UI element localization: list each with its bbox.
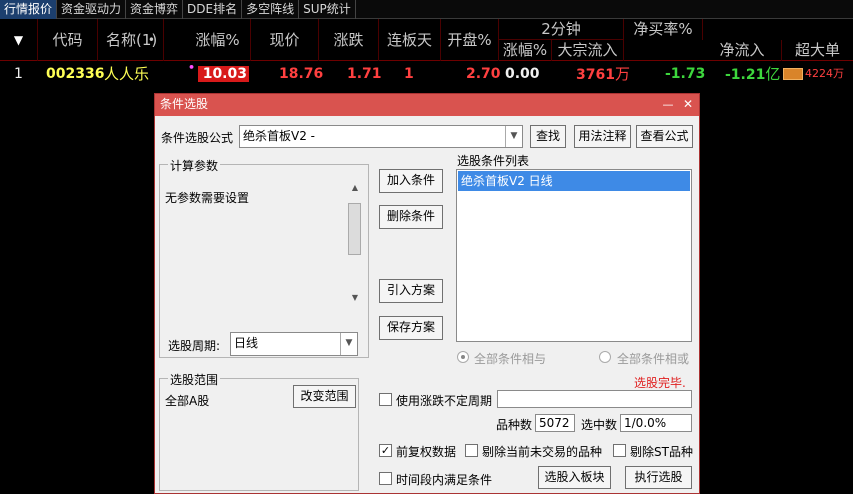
- params-group-title: 计算参数: [168, 157, 221, 174]
- tab-fund-drive[interactable]: 资金驱动力: [57, 0, 127, 19]
- row-block-inflow-value: 3761: [576, 67, 615, 83]
- usage-notes-button[interactable]: 用法注释: [574, 125, 631, 148]
- tab-sup-stats[interactable]: SUP统计: [299, 0, 356, 19]
- adjust-checkbox[interactable]: ✓: [379, 444, 392, 457]
- formula-select-value: 绝杀首板V2 -: [243, 129, 315, 143]
- row-super-large: 4224万: [805, 67, 844, 80]
- conditions-list-title: 选股条件列表: [457, 154, 530, 168]
- radio-all-or-label: 全部条件相或: [617, 352, 690, 366]
- row-block-inflow-unit: 万: [614, 65, 630, 83]
- header-two-min-change[interactable]: 涨幅%: [499, 40, 552, 61]
- row-block-inflow: 3761万: [576, 62, 630, 86]
- tab-long-short[interactable]: 多空阵线: [242, 0, 300, 19]
- count-label: 品种数: [496, 418, 533, 432]
- use-period-checkbox[interactable]: [379, 393, 392, 406]
- params-text: 无参数需要设置: [165, 191, 250, 205]
- selected-value: 1/0.0%: [620, 414, 692, 432]
- header-block-inflow[interactable]: 大宗流入: [552, 40, 624, 61]
- header-name[interactable]: 名称(1) •: [98, 19, 164, 61]
- range-text: 全部A股: [165, 394, 210, 408]
- adjust-label: 前复权数据: [396, 445, 457, 459]
- exclude-st-label: 剔除ST品种: [630, 445, 693, 459]
- row-net-inflow: -1.21亿: [725, 62, 780, 86]
- row-marker: •: [188, 61, 196, 74]
- header-price[interactable]: 现价: [251, 19, 319, 61]
- row-limit-days: 1: [404, 66, 414, 82]
- exclude-untraded-label: 剔除当前未交易的品种: [482, 445, 603, 459]
- time-period-label: 时间段内满足条件: [396, 473, 493, 487]
- row-net-inflow-unit: 亿: [765, 65, 781, 83]
- params-group: 计算参数 无参数需要设置 ▲ ▼ 选股周期: 日线 ▼: [159, 157, 369, 358]
- scroll-up-icon[interactable]: ▲: [347, 181, 363, 195]
- chevron-down-icon[interactable]: ▼: [505, 126, 522, 147]
- header-name-dot: •: [147, 33, 155, 47]
- row-net-buy-rate: -1.73: [665, 66, 706, 82]
- tab-dde-rank[interactable]: DDE排名: [183, 0, 243, 19]
- row-price: 18.76: [279, 66, 324, 82]
- view-formula-button[interactable]: 查看公式: [636, 125, 693, 148]
- dialog-title: 条件选股: [160, 97, 209, 111]
- row-change-pct: 10.03: [198, 66, 249, 82]
- header-code[interactable]: 代码: [38, 19, 98, 61]
- header-net-buy-rate[interactable]: 净买率%: [624, 19, 703, 40]
- header-change[interactable]: 涨跌: [319, 19, 379, 61]
- row-net-inflow-value: -1.21: [725, 67, 766, 83]
- top-tab-bar: 行情报价 资金驱动力 资金博弈 DDE排名 多空阵线 SUP统计: [0, 0, 853, 19]
- find-button[interactable]: 查找: [530, 125, 566, 148]
- tab-quotes[interactable]: 行情报价: [0, 0, 58, 19]
- run-selection-button[interactable]: 执行选股: [625, 466, 692, 489]
- row-open-pct: 2.70: [466, 66, 501, 82]
- header-super-large[interactable]: 超大单: [782, 40, 853, 61]
- super-large-bar: [783, 68, 803, 80]
- row-index: 1: [14, 66, 23, 82]
- add-condition-button[interactable]: 加入条件: [379, 169, 443, 193]
- chevron-down-icon[interactable]: ▼: [340, 333, 357, 355]
- time-period-checkbox[interactable]: [379, 472, 392, 485]
- radio-all-and-label: 全部条件相与: [474, 352, 547, 366]
- dialog-title-bar[interactable]: 条件选股 — ✕: [155, 94, 699, 116]
- radio-all-or[interactable]: [599, 351, 611, 363]
- column-menu-icon[interactable]: ▼: [0, 19, 38, 61]
- quote-table-header: ▼ 代码 名称(1) • 涨幅% 现价 涨跌 连板天 开盘% 2分钟 涨幅% 大…: [0, 19, 853, 61]
- change-range-button[interactable]: 改变范围: [293, 385, 356, 408]
- tab-fund-game[interactable]: 资金博弈: [126, 0, 184, 19]
- formula-select[interactable]: 绝杀首板V2 - ▼: [239, 125, 523, 148]
- period-select-value: 日线: [234, 336, 259, 350]
- formula-label: 条件选股公式: [161, 131, 234, 145]
- params-scrollbar[interactable]: ▲ ▼: [347, 181, 363, 305]
- import-scheme-button[interactable]: 引入方案: [379, 279, 443, 303]
- count-value: 5072: [535, 414, 575, 432]
- condition-item[interactable]: 绝杀首板V2 日线: [458, 171, 690, 191]
- header-two-minute: 2分钟: [499, 19, 624, 40]
- status-text: 选股完毕.: [634, 376, 686, 390]
- period-input[interactable]: [497, 390, 692, 408]
- scroll-down-icon[interactable]: ▼: [347, 291, 363, 305]
- minimize-icon[interactable]: —: [659, 94, 677, 115]
- exclude-st-checkbox[interactable]: [613, 444, 626, 457]
- delete-condition-button[interactable]: 删除条件: [379, 205, 443, 229]
- scroll-thumb[interactable]: [348, 203, 361, 255]
- save-scheme-button[interactable]: 保存方案: [379, 316, 443, 340]
- row-name: 人人乐: [104, 65, 150, 83]
- range-group: 选股范围 全部A股 改变范围: [159, 371, 359, 491]
- header-limit-days[interactable]: 连板天: [379, 19, 441, 61]
- use-period-label: 使用涨跌不定周期: [396, 394, 493, 408]
- condition-selection-dialog: 条件选股 — ✕ 条件选股公式 绝杀首板V2 - ▼ 查找 用法注释 查看公式 …: [154, 93, 700, 494]
- conditions-list[interactable]: 绝杀首板V2 日线: [456, 169, 692, 342]
- row-change: 1.71: [347, 66, 382, 82]
- row-code: 002336: [46, 66, 105, 82]
- exclude-untraded-checkbox[interactable]: [465, 444, 478, 457]
- row-two-min-change: 0.00: [505, 66, 540, 82]
- selected-label: 选中数: [581, 418, 618, 432]
- to-block-button[interactable]: 选股入板块: [538, 466, 611, 489]
- period-select[interactable]: 日线 ▼: [230, 332, 358, 356]
- range-group-title: 选股范围: [168, 371, 221, 388]
- header-open-pct[interactable]: 开盘%: [441, 19, 499, 61]
- close-icon[interactable]: ✕: [679, 94, 697, 115]
- radio-all-and[interactable]: [457, 351, 469, 363]
- header-change-pct[interactable]: 涨幅%: [185, 19, 251, 61]
- header-net-inflow[interactable]: 净流入: [703, 40, 782, 61]
- period-label: 选股周期:: [168, 339, 221, 353]
- table-row[interactable]: 1 002336 人人乐 • 10.03 18.76 1.71 1 2.70 0…: [0, 61, 853, 86]
